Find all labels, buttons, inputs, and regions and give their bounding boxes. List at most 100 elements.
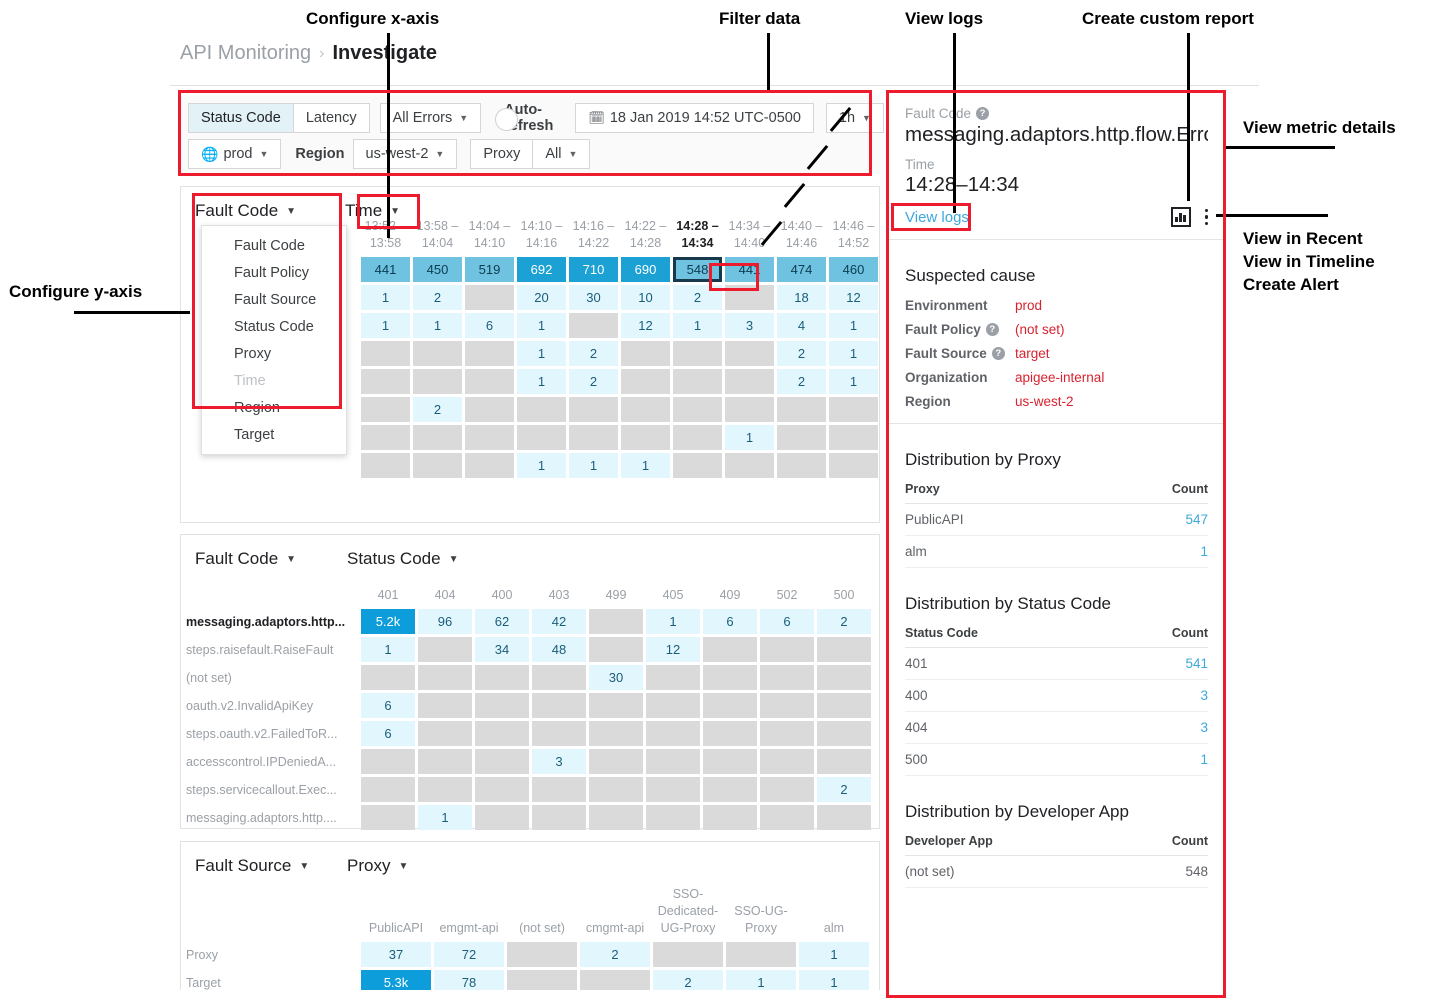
heatmap-cell-7-9[interactable] bbox=[829, 453, 878, 478]
heatmap-cell-1-3[interactable]: 20 bbox=[517, 285, 566, 310]
heatmap-cell-6-7[interactable]: 1 bbox=[725, 425, 774, 450]
table-cell-count[interactable]: 1 bbox=[1107, 743, 1208, 776]
heatmap-cell-1-0[interactable]: 5.3k bbox=[361, 970, 431, 990]
heatmap-cell-6-6[interactable] bbox=[673, 425, 722, 450]
heatmap-cell-1-5[interactable]: 1 bbox=[726, 970, 796, 990]
heatmap-cell-3-3[interactable] bbox=[532, 693, 586, 718]
heatmap-cell-3-6[interactable] bbox=[673, 341, 722, 366]
heatmap-cell-0-6[interactable]: 1 bbox=[799, 942, 869, 967]
proxy-dropdown[interactable]: All ▼ bbox=[532, 139, 591, 169]
heatmap-cell-7-2[interactable] bbox=[475, 805, 529, 830]
heatmap-grid-3[interactable]: PublicAPI emgmt-api (not set) cmgmt-api SSO-… bbox=[186, 884, 872, 990]
heatmap-cell-6-7[interactable] bbox=[760, 777, 814, 802]
heatmap-cell-4-8[interactable]: 2 bbox=[777, 369, 826, 394]
heatmap-cell-6-8[interactable]: 2 bbox=[817, 777, 871, 802]
heatmap-cell-5-5[interactable] bbox=[646, 749, 700, 774]
heatmap-cell-0-2[interactable]: 519 bbox=[465, 257, 514, 282]
heatmap-cell-2-0[interactable] bbox=[361, 665, 415, 690]
x-axis-dropdown-2[interactable]: Status Code ▼ bbox=[347, 549, 458, 569]
heatmap-col-header-1[interactable]: emgmt-api bbox=[434, 884, 504, 942]
heatmap-cell-5-9[interactable] bbox=[829, 397, 878, 422]
heatmap-cell-0-1[interactable]: 450 bbox=[413, 257, 462, 282]
all-errors-dropdown[interactable]: All Errors ▼ bbox=[379, 103, 482, 133]
heatmap-cell-7-0[interactable] bbox=[361, 805, 415, 830]
heatmap-cell-4-3[interactable] bbox=[532, 721, 586, 746]
heatmap-cell-0-1[interactable]: 72 bbox=[434, 942, 504, 967]
heatmap-col-header-7[interactable]: 502 bbox=[760, 583, 814, 609]
heatmap-cell-0-8[interactable]: 2 bbox=[817, 609, 871, 634]
y-axis-dropdown-1[interactable]: Fault Code ▼ bbox=[195, 201, 345, 221]
heatmap-cell-3-0[interactable] bbox=[361, 341, 410, 366]
table-cell-count[interactable]: 3 bbox=[1107, 679, 1208, 712]
heatmap-col-header-5[interactable]: SSO-UG- Proxy bbox=[726, 884, 796, 942]
heatmap-cell-7-6[interactable] bbox=[673, 453, 722, 478]
heatmap-cell-2-4[interactable] bbox=[569, 313, 618, 338]
heatmap-cell-2-9[interactable]: 1 bbox=[829, 313, 878, 338]
heatmap-cell-3-7[interactable] bbox=[725, 341, 774, 366]
heatmap-cell-3-3[interactable]: 1 bbox=[517, 341, 566, 366]
heatmap-col-header-2[interactable]: (not set) bbox=[507, 884, 577, 942]
heatmap-col-header-3[interactable]: 14:10 –14:16 bbox=[517, 219, 566, 257]
cause-value-organization[interactable]: apigee-internal bbox=[1015, 370, 1104, 385]
heatmap-cell-4-4[interactable] bbox=[589, 721, 643, 746]
metric-status-code-button[interactable]: Status Code bbox=[188, 103, 294, 133]
heatmap-cell-7-7[interactable] bbox=[760, 805, 814, 830]
cause-value-region[interactable]: us-west-2 bbox=[1015, 394, 1074, 409]
heatmap-col-header-9[interactable]: 14:46 –14:52 bbox=[829, 219, 878, 257]
bar-chart-icon[interactable] bbox=[1170, 207, 1191, 227]
heatmap-cell-1-7[interactable] bbox=[725, 285, 774, 310]
heatmap-cell-0-4[interactable] bbox=[589, 609, 643, 634]
heatmap-cell-1-5[interactable]: 12 bbox=[646, 637, 700, 662]
heatmap-cell-3-8[interactable]: 2 bbox=[777, 341, 826, 366]
heatmap-cell-3-1[interactable] bbox=[413, 341, 462, 366]
heatmap-grid-2[interactable]: 401 404 400 403 499 405 409 502 500 messaging.ada… bbox=[186, 583, 874, 833]
heatmap-col-header-5[interactable]: 14:22 –14:28 bbox=[621, 219, 670, 257]
heatmap-cell-6-1[interactable] bbox=[418, 777, 472, 802]
menu-item-region[interactable]: Region bbox=[202, 394, 346, 421]
heatmap-cell-6-2[interactable] bbox=[475, 777, 529, 802]
heatmap-cell-5-5[interactable] bbox=[621, 397, 670, 422]
heatmap-cell-1-9[interactable]: 12 bbox=[829, 285, 878, 310]
heatmap-cell-3-6[interactable] bbox=[703, 693, 757, 718]
heatmap-cell-4-4[interactable]: 2 bbox=[569, 369, 618, 394]
heatmap-cell-5-1[interactable] bbox=[418, 749, 472, 774]
heatmap-cell-7-8[interactable] bbox=[817, 805, 871, 830]
heatmap-cell-6-5[interactable] bbox=[646, 777, 700, 802]
heatmap-cell-6-4[interactable] bbox=[589, 777, 643, 802]
heatmap-cell-0-0[interactable]: 441 bbox=[361, 257, 410, 282]
heatmap-cell-1-1[interactable]: 2 bbox=[413, 285, 462, 310]
more-vertical-icon[interactable] bbox=[1204, 208, 1208, 226]
menu-item-fault-source[interactable]: Fault Source bbox=[202, 286, 346, 313]
heatmap-col-header-2[interactable]: 400 bbox=[475, 583, 529, 609]
heatmap-col-header-5[interactable]: 405 bbox=[646, 583, 700, 609]
heatmap-cell-1-5[interactable]: 10 bbox=[621, 285, 670, 310]
menu-item-proxy[interactable]: Proxy bbox=[202, 340, 346, 367]
heatmap-cell-6-4[interactable] bbox=[569, 425, 618, 450]
heatmap-cell-5-3[interactable]: 3 bbox=[532, 749, 586, 774]
heatmap-cell-3-5[interactable] bbox=[646, 693, 700, 718]
heatmap-cell-2-6[interactable] bbox=[703, 665, 757, 690]
heatmap-cell-4-8[interactable] bbox=[817, 721, 871, 746]
heatmap-cell-0-2[interactable]: 62 bbox=[475, 609, 529, 634]
heatmap-cell-5-6[interactable] bbox=[673, 397, 722, 422]
heatmap-cell-0-4[interactable]: 710 bbox=[569, 257, 618, 282]
menu-item-status-code[interactable]: Status Code bbox=[202, 313, 346, 340]
heatmap-cell-6-5[interactable] bbox=[621, 425, 670, 450]
heatmap-cell-0-5[interactable]: 690 bbox=[621, 257, 670, 282]
heatmap-cell-5-6[interactable] bbox=[703, 749, 757, 774]
heatmap-grid-1[interactable]: 13:52 –13:58 13:58 –14:04 14:04 –14:10 14:1… bbox=[361, 219, 881, 481]
heatmap-cell-3-2[interactable] bbox=[465, 341, 514, 366]
heatmap-cell-0-0[interactable]: 37 bbox=[361, 942, 431, 967]
region-dropdown[interactable]: us-west-2 ▼ bbox=[352, 139, 458, 169]
heatmap-cell-7-1[interactable]: 1 bbox=[418, 805, 472, 830]
y-axis-dropdown-2[interactable]: Fault Code ▼ bbox=[195, 549, 347, 569]
heatmap-cell-1-3[interactable]: 48 bbox=[532, 637, 586, 662]
breadcrumb-root[interactable]: API Monitoring bbox=[180, 42, 311, 65]
heatmap-cell-1-3[interactable] bbox=[580, 970, 650, 990]
heatmap-cell-5-0[interactable] bbox=[361, 749, 415, 774]
heatmap-cell-4-0[interactable]: 6 bbox=[361, 721, 415, 746]
heatmap-cell-5-1[interactable]: 2 bbox=[413, 397, 462, 422]
heatmap-cell-7-4[interactable]: 1 bbox=[569, 453, 618, 478]
heatmap-cell-4-0[interactable] bbox=[361, 369, 410, 394]
heatmap-cell-5-7[interactable] bbox=[760, 749, 814, 774]
